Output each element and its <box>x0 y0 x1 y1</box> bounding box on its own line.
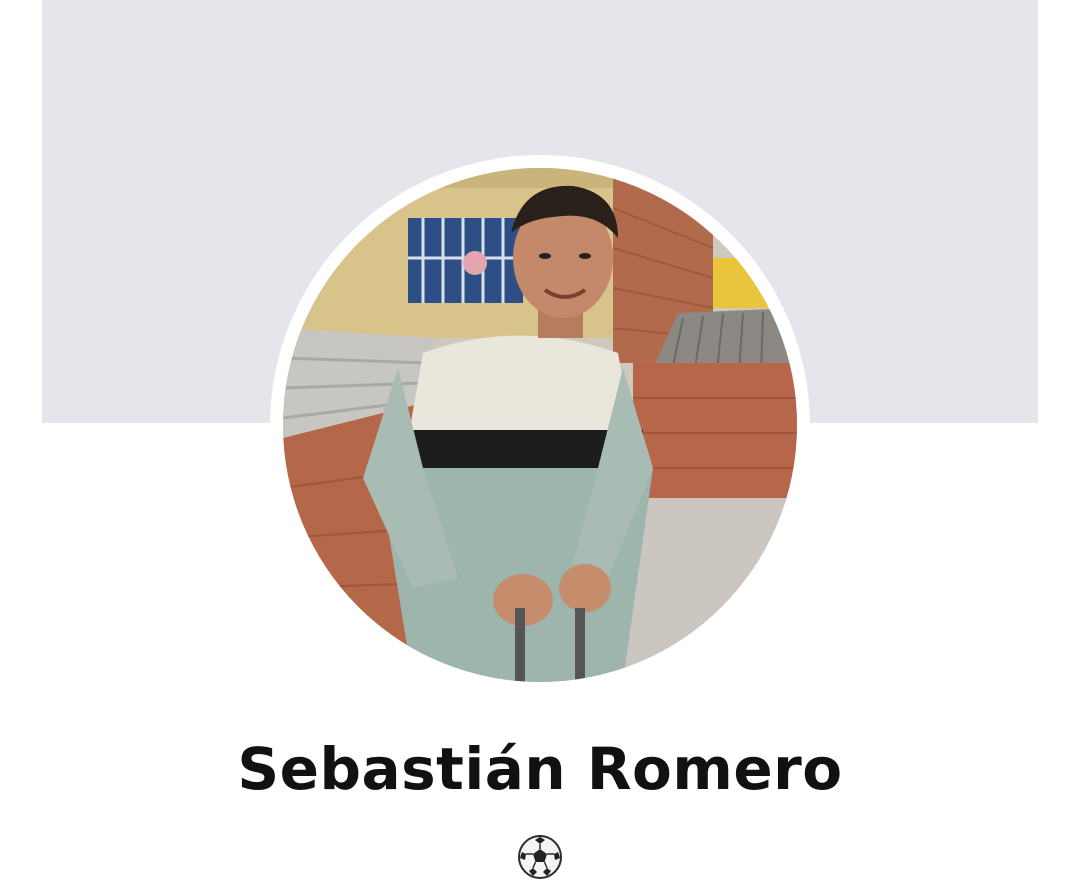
profile-picture[interactable] <box>283 168 797 682</box>
soccer-ball-icon <box>517 834 563 880</box>
profile-name: Sebastián Romero <box>237 735 843 803</box>
